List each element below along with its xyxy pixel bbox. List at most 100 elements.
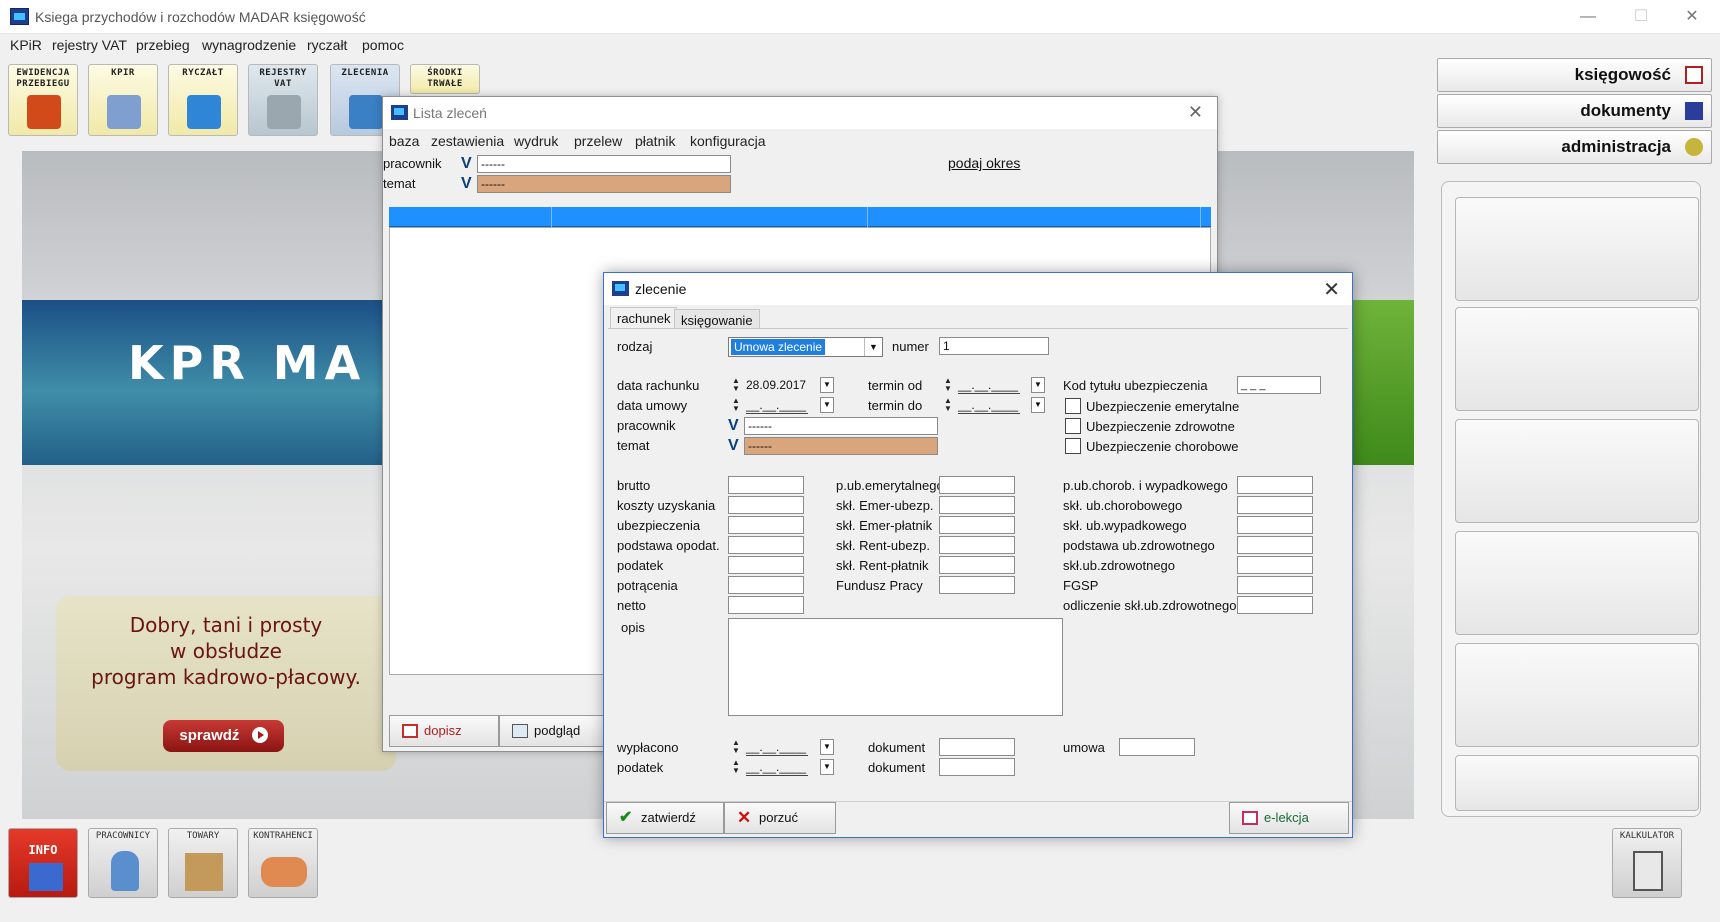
koszty-field[interactable] bbox=[728, 496, 804, 514]
skl-rent-ubezp-field[interactable] bbox=[939, 536, 1015, 554]
menu-pomoc[interactable]: pomoc bbox=[362, 37, 404, 53]
data-rachunku-value[interactable]: 28.09.2017 bbox=[746, 376, 808, 394]
skl-emer-ubezp-field[interactable] bbox=[939, 496, 1015, 514]
pracownicy-button[interactable]: PRACOWNICY bbox=[88, 828, 158, 898]
zl-temat-check-icon[interactable]: V bbox=[728, 437, 742, 455]
promo-check-button[interactable]: sprawdź bbox=[163, 720, 284, 752]
podatek-date-spinner[interactable]: ▲ ▼ bbox=[731, 759, 741, 777]
calculator-button[interactable]: KALKULATOR bbox=[1612, 828, 1682, 898]
temat-check-icon[interactable]: V bbox=[461, 175, 475, 193]
pracownik-check-icon[interactable]: V bbox=[461, 155, 475, 173]
checkbox-emerytalne[interactable] bbox=[1065, 398, 1081, 414]
termin-od-dropdown[interactable]: ▼ bbox=[1031, 377, 1045, 393]
temat-field[interactable]: ------ bbox=[477, 175, 731, 193]
podatek-date-value[interactable]: __.__.____ bbox=[746, 758, 808, 776]
administracja-button[interactable]: administracja bbox=[1437, 130, 1712, 164]
right-panel-slot[interactable] bbox=[1455, 643, 1699, 747]
maximize-button[interactable]: ☐ bbox=[1621, 6, 1661, 28]
data-umowy-value[interactable]: __.__.____ bbox=[746, 396, 808, 414]
porzuc-button[interactable]: ✕ porzuć bbox=[724, 802, 836, 834]
termin-od-spinner[interactable]: ▲ ▼ bbox=[943, 377, 953, 395]
lista-close-button[interactable]: ✕ bbox=[1188, 102, 1203, 123]
numer-field[interactable]: 1 bbox=[939, 337, 1049, 355]
odliczenie-field[interactable] bbox=[1237, 596, 1313, 614]
data-umowy-spinner[interactable]: ▲ ▼ bbox=[731, 397, 741, 415]
checkbox-chorobowe[interactable] bbox=[1065, 438, 1081, 454]
fundusz-pracy-field[interactable] bbox=[939, 576, 1015, 594]
brutto-field[interactable] bbox=[728, 476, 804, 494]
lista-menu-konfiguracja[interactable]: konfiguracja bbox=[690, 133, 766, 149]
lista-menu-wydruk[interactable]: wydruk bbox=[514, 133, 558, 149]
data-rachunku-dropdown[interactable]: ▼ bbox=[820, 377, 834, 393]
podaj-okres-link[interactable]: podaj okres bbox=[948, 155, 1020, 171]
umowa-field[interactable] bbox=[1119, 738, 1195, 756]
right-panel-slot[interactable] bbox=[1455, 307, 1699, 411]
wyplacono-value[interactable]: __.__.____ bbox=[746, 738, 808, 756]
podstawa-opodat-field[interactable] bbox=[728, 536, 804, 554]
wyplacono-spinner[interactable]: ▲ ▼ bbox=[731, 739, 741, 757]
rodzaj-select[interactable]: Umowa zlecenie ▼ bbox=[728, 337, 883, 357]
pracownik-field[interactable]: ------ bbox=[477, 155, 731, 173]
right-panel-slot[interactable] bbox=[1455, 755, 1699, 811]
dopisz-button[interactable]: dopisz bbox=[389, 715, 499, 747]
kod-tytulu-field[interactable]: _ _ _ bbox=[1237, 376, 1321, 394]
towary-button[interactable]: TOWARY bbox=[168, 828, 238, 898]
toolbar-ryczalt[interactable]: RYCZAŁT bbox=[168, 64, 238, 136]
close-button[interactable]: ✕ bbox=[1672, 6, 1712, 28]
menu-wynagrodzenie[interactable]: wynagrodzenie bbox=[202, 37, 296, 53]
kontrahenci-button[interactable]: KONTRAHENCI bbox=[248, 828, 318, 898]
checkbox-zdrowotne[interactable] bbox=[1065, 418, 1081, 434]
lista-menu-przelew[interactable]: przelew bbox=[574, 133, 622, 149]
zatwierdz-button[interactable]: ✔ zatwierdź bbox=[606, 802, 724, 834]
menu-przebieg[interactable]: przebieg bbox=[136, 37, 190, 53]
netto-field[interactable] bbox=[728, 596, 804, 614]
ubezpieczenia-field[interactable] bbox=[728, 516, 804, 534]
podatek-field[interactable] bbox=[728, 556, 804, 574]
termin-do-value[interactable]: __.__.____ bbox=[958, 396, 1020, 414]
p-ub-emerytalnego-field[interactable] bbox=[939, 476, 1015, 494]
podatek-date-dropdown[interactable]: ▼ bbox=[820, 759, 834, 775]
lista-menu-zestawienia[interactable]: zestawienia bbox=[431, 133, 504, 149]
skl-ub-zdrowotnego-field[interactable] bbox=[1237, 556, 1313, 574]
lista-menu-baza[interactable]: baza bbox=[389, 133, 419, 149]
skl-ub-wypadkowego-field[interactable] bbox=[1237, 516, 1313, 534]
skl-emer-platnik-field[interactable] bbox=[939, 516, 1015, 534]
zl-pracownik-field[interactable]: ------ bbox=[744, 417, 938, 435]
ksiegowosc-button[interactable]: księgowość bbox=[1437, 58, 1712, 92]
menu-kpir[interactable]: KPiR bbox=[10, 37, 42, 53]
toolbar-ewidencja-przebiegu[interactable]: EWIDENCJA PRZEBIEGU bbox=[8, 64, 78, 136]
zlecenie-close-button[interactable]: ✕ bbox=[1323, 277, 1340, 302]
tab-rachunek[interactable]: rachunek bbox=[610, 307, 678, 329]
zl-temat-field[interactable]: ------ bbox=[744, 437, 938, 455]
opis-textarea[interactable] bbox=[728, 618, 1063, 716]
termin-do-spinner[interactable]: ▲ ▼ bbox=[943, 397, 953, 415]
e-lekcja-button[interactable]: e-lekcja bbox=[1229, 802, 1349, 834]
toolbar-rejestry-vat[interactable]: REJESTRY VAT bbox=[248, 64, 318, 136]
right-panel-slot[interactable] bbox=[1455, 531, 1699, 635]
right-panel-slot[interactable] bbox=[1455, 419, 1699, 523]
right-panel-slot[interactable] bbox=[1455, 197, 1699, 301]
dokumenty-button[interactable]: dokumenty bbox=[1437, 94, 1712, 128]
chevron-down-icon[interactable]: ▼ bbox=[864, 338, 882, 356]
minimize-button[interactable]: — bbox=[1568, 6, 1608, 28]
lista-menu-platnik[interactable]: płatnik bbox=[635, 133, 675, 149]
fgsp-field[interactable] bbox=[1237, 576, 1313, 594]
info-button[interactable]: INFO bbox=[8, 828, 78, 898]
p-ub-chorob-field[interactable] bbox=[1237, 476, 1313, 494]
termin-od-value[interactable]: __.__.____ bbox=[958, 376, 1020, 394]
dokument2-field[interactable] bbox=[939, 758, 1015, 776]
podglad-button[interactable]: podgląd bbox=[499, 715, 609, 747]
podstawa-ub-zdrowotnego-field[interactable] bbox=[1237, 536, 1313, 554]
wyplacono-dropdown[interactable]: ▼ bbox=[820, 739, 834, 755]
dokument-field[interactable] bbox=[939, 738, 1015, 756]
toolbar-kpir[interactable]: KPIR bbox=[88, 64, 158, 136]
menu-rejestry-vat[interactable]: rejestry VAT bbox=[52, 37, 127, 53]
toolbar-srodki-trwale[interactable]: ŚRODKI TRWAŁE bbox=[410, 64, 480, 94]
menu-ryczalt[interactable]: ryczałt bbox=[307, 37, 347, 53]
potracenia-field[interactable] bbox=[728, 576, 804, 594]
termin-do-dropdown[interactable]: ▼ bbox=[1031, 397, 1045, 413]
data-rachunku-spinner[interactable]: ▲ ▼ bbox=[731, 377, 741, 395]
tab-ksiegowanie[interactable]: księgowanie bbox=[674, 309, 760, 329]
skl-rent-platnik-field[interactable] bbox=[939, 556, 1015, 574]
skl-ub-chorobowego-field[interactable] bbox=[1237, 496, 1313, 514]
